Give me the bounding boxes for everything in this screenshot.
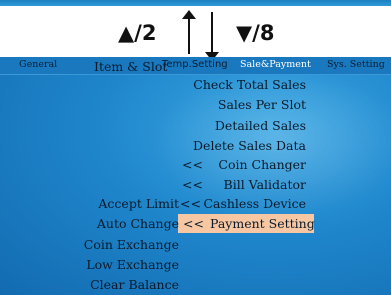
down-key-hint: ▼/8: [236, 21, 275, 45]
submenu-item-low-exchange[interactable]: Low Exchange: [86, 257, 179, 272]
submenu-marker: <<: [182, 157, 203, 172]
submenu-item-clear-balance[interactable]: Clear Balance: [90, 277, 179, 292]
tab-sys-setting[interactable]: Sys. Setting: [327, 59, 385, 70]
tab-sale-payment[interactable]: Sale&Payment: [240, 59, 311, 70]
menu-item-cashless-device[interactable]: Cashless Device: [203, 196, 306, 211]
vending-settings-screen: General Item & Slot Temp.Setting Sale&Pa…: [0, 57, 391, 295]
menu-item-delete-sales-data[interactable]: Delete Sales Data: [193, 138, 306, 153]
submenu-marker: <<: [182, 177, 203, 192]
down-arrow-icon: [211, 12, 213, 54]
menu-item-sales-per-slot[interactable]: Sales Per Slot: [218, 97, 306, 112]
submenu-marker: <<: [180, 196, 201, 211]
up-arrow-head-icon: [182, 10, 196, 19]
settings-tab-bar: General Item & Slot Temp.Setting Sale&Pa…: [0, 57, 391, 75]
menu-item-payment-setting[interactable]: Payment Setting: [210, 216, 315, 231]
submenu-marker: <<: [183, 216, 204, 231]
submenu-item-auto-change[interactable]: Auto Change: [97, 216, 179, 231]
submenu-item-coin-exchange[interactable]: Coin Exchange: [84, 237, 179, 252]
menu-item-detailed-sales[interactable]: Detailed Sales: [215, 118, 306, 133]
menu-item-check-total-sales[interactable]: Check Total Sales: [193, 77, 306, 92]
submenu-item-accept-limit[interactable]: Accept Limit: [98, 196, 179, 211]
menu-item-bill-validator[interactable]: Bill Validator: [224, 177, 306, 192]
navigation-hint-panel: ▲/2 ▼/8: [0, 6, 391, 61]
tab-item-slot[interactable]: Item & Slot: [94, 59, 167, 74]
up-key-hint: ▲/2: [118, 21, 157, 45]
menu-item-coin-changer[interactable]: Coin Changer: [218, 157, 306, 172]
up-arrow-icon: [188, 16, 190, 54]
tab-temp-setting[interactable]: Temp.Setting: [162, 59, 228, 70]
tab-general[interactable]: General: [19, 59, 57, 70]
